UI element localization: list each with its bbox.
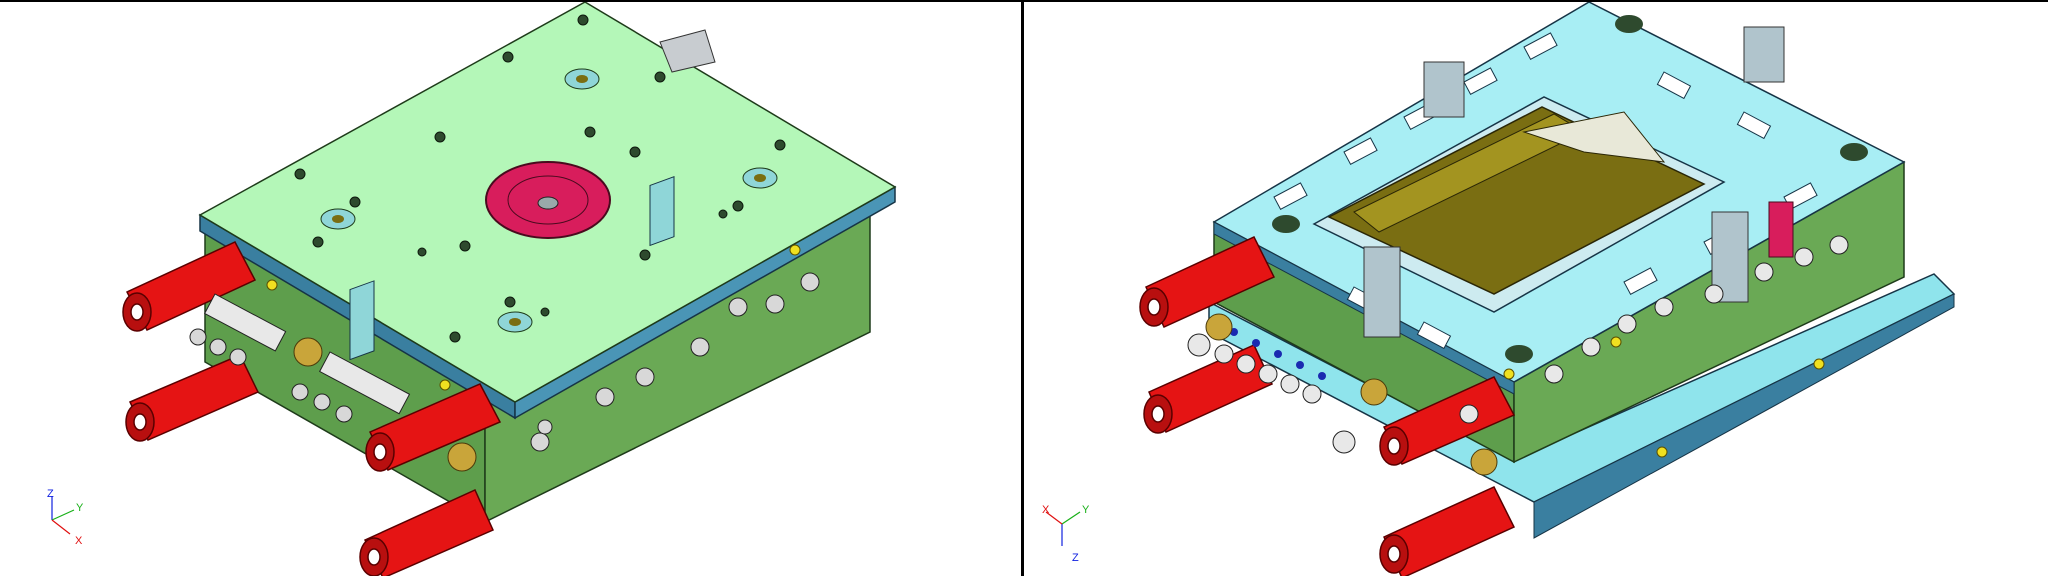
axis-y-label: Y bbox=[76, 502, 84, 514]
parting-lock-icon bbox=[1768, 201, 1794, 258]
viewport-left[interactable]: Z Y X bbox=[0, 0, 1022, 576]
locating-ring-icon bbox=[485, 161, 611, 239]
mold-fixed-half-model[interactable] bbox=[0, 2, 1022, 576]
axis-z-label: Z bbox=[1072, 552, 1079, 564]
axis-z-label: Z bbox=[47, 488, 54, 500]
axis-x-label: X bbox=[1042, 504, 1050, 516]
viewport-right[interactable]: X Y Z bbox=[1024, 0, 2048, 576]
axis-x-label: X bbox=[75, 535, 83, 547]
mold-moving-half-model[interactable] bbox=[1024, 2, 2048, 576]
axis-y-label: Y bbox=[1082, 504, 1090, 516]
